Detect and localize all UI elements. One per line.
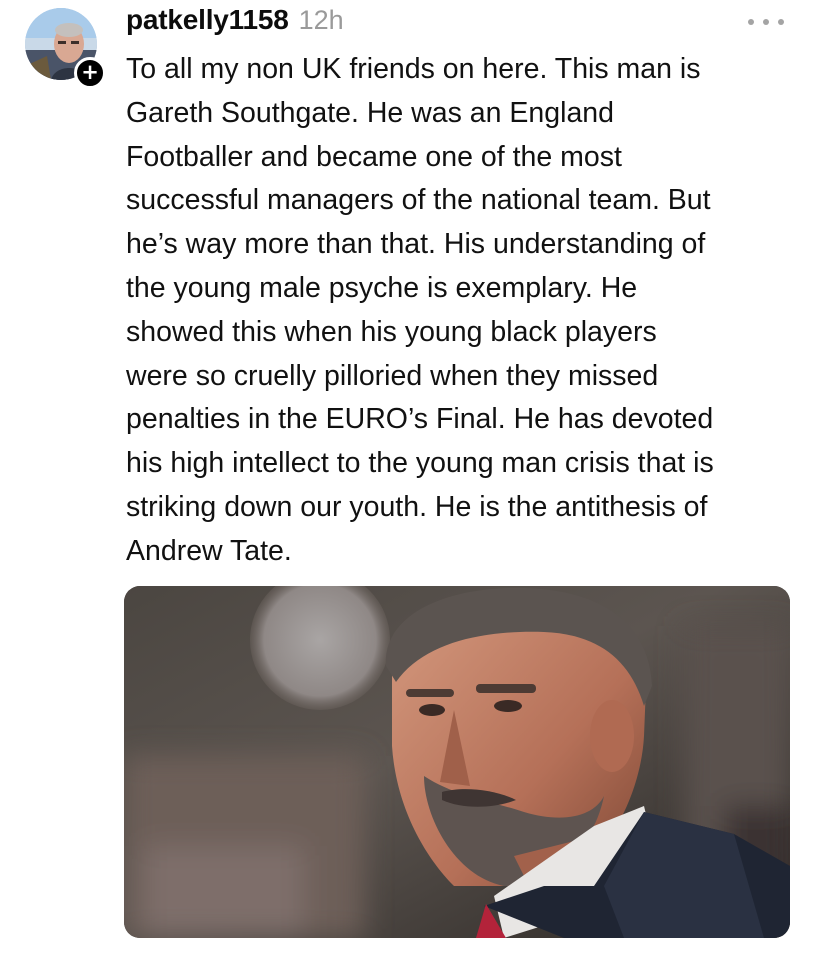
more-options-button[interactable] — [748, 14, 784, 30]
more-dot-icon — [763, 19, 769, 25]
thread-post: + patkelly1158 12h To all my non UK frie… — [0, 0, 813, 960]
post-text-line: were so cruelly pilloried when they miss… — [126, 359, 659, 392]
post-text-line: Andrew Tate. — [126, 534, 292, 567]
post-text-line: penalties in the EURO’s Final. He has de… — [126, 403, 714, 436]
author-username[interactable]: patkelly1158 — [126, 4, 289, 36]
author-avatar-container[interactable]: + — [25, 8, 106, 89]
photo-of-bearded-man-icon — [124, 586, 790, 938]
post-text-line: successful managers of the national team… — [126, 184, 711, 217]
plus-icon: + — [81, 60, 99, 84]
post-text-line: he’s way more than that. His understandi… — [126, 228, 706, 261]
more-dot-icon — [748, 19, 754, 25]
post-text-line: his high intellect to the young man cris… — [126, 447, 714, 480]
post-text-line: Footballer and became one of the most — [126, 140, 622, 173]
post-text-line: striking down our youth. He is the antit… — [126, 490, 708, 523]
follow-button[interactable]: + — [74, 57, 106, 89]
post-text-line: the young male psyche is exemplary. He — [126, 271, 638, 304]
post-body-text: To all my non UK friends on here. This m… — [126, 48, 796, 574]
more-dot-icon — [778, 19, 784, 25]
post-text-line: Gareth Southgate. He was an England — [126, 96, 614, 129]
post-text-line: To all my non UK friends on here. This m… — [126, 53, 701, 85]
post-image[interactable] — [124, 586, 790, 938]
post-timestamp: 12h — [298, 5, 344, 35]
post-header: patkelly1158 12h — [126, 4, 344, 44]
post-text-line: showed this when his young black players — [126, 315, 657, 348]
